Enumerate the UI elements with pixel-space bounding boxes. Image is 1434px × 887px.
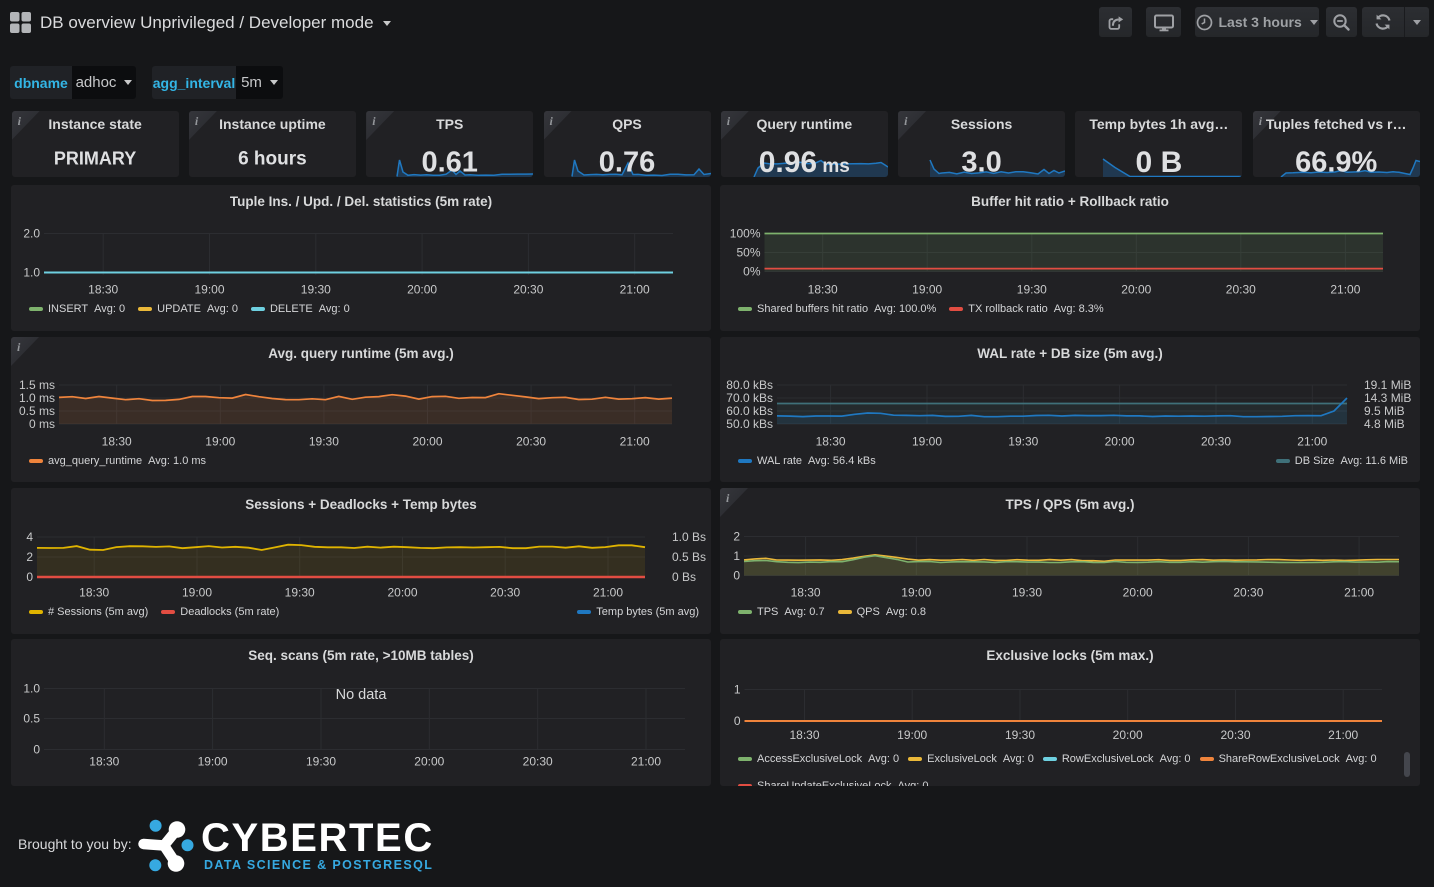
- svg-text:20:30: 20:30: [516, 435, 546, 449]
- svg-text:20:30: 20:30: [513, 283, 543, 297]
- svg-text:20:30: 20:30: [1201, 435, 1231, 449]
- svg-text:1.5 ms: 1.5 ms: [19, 378, 55, 392]
- svg-text:1.0 Bs: 1.0 Bs: [672, 530, 706, 544]
- svg-text:80.0 kBs: 80.0 kBs: [726, 378, 773, 392]
- svg-text:60.0 kBs: 60.0 kBs: [726, 404, 773, 418]
- svg-text:0.5 ms: 0.5 ms: [19, 404, 55, 418]
- svg-text:18:30: 18:30: [791, 586, 821, 600]
- svg-text:0 ms: 0 ms: [29, 417, 55, 431]
- svg-text:21:00: 21:00: [1330, 283, 1360, 297]
- svg-text:18:30: 18:30: [816, 435, 846, 449]
- svg-text:0 Bs: 0 Bs: [672, 570, 696, 584]
- svg-text:19:00: 19:00: [912, 435, 942, 449]
- svg-text:0: 0: [33, 743, 40, 757]
- svg-text:2: 2: [26, 550, 33, 564]
- svg-text:21:00: 21:00: [620, 435, 650, 449]
- svg-text:19:00: 19:00: [205, 435, 235, 449]
- svg-text:18:30: 18:30: [789, 728, 819, 742]
- svg-text:20:30: 20:30: [1233, 586, 1263, 600]
- svg-text:20:30: 20:30: [1220, 728, 1250, 742]
- svg-text:18:30: 18:30: [79, 586, 109, 600]
- svg-text:70.0 kBs: 70.0 kBs: [726, 391, 773, 405]
- svg-text:1.0 ms: 1.0 ms: [19, 391, 55, 405]
- svg-text:20:30: 20:30: [523, 755, 553, 769]
- svg-text:100%: 100%: [730, 227, 761, 241]
- svg-text:20:00: 20:00: [1113, 728, 1143, 742]
- svg-text:20:00: 20:00: [1121, 283, 1151, 297]
- svg-text:19:00: 19:00: [194, 283, 224, 297]
- svg-text:1: 1: [734, 683, 741, 697]
- svg-text:0: 0: [26, 570, 33, 584]
- svg-text:20:00: 20:00: [1105, 435, 1135, 449]
- svg-text:1.0: 1.0: [23, 682, 40, 696]
- svg-text:21:00: 21:00: [1328, 728, 1358, 742]
- svg-text:19:30: 19:30: [1017, 283, 1047, 297]
- svg-text:19:00: 19:00: [912, 283, 942, 297]
- svg-text:4: 4: [26, 530, 33, 544]
- svg-text:19.1 MiB: 19.1 MiB: [1364, 378, 1411, 392]
- svg-text:21:00: 21:00: [631, 755, 661, 769]
- svg-text:19:30: 19:30: [1005, 728, 1035, 742]
- svg-text:20:00: 20:00: [414, 755, 444, 769]
- svg-text:21:00: 21:00: [593, 586, 623, 600]
- svg-text:50.0 kBs: 50.0 kBs: [726, 417, 773, 431]
- svg-text:4.8 MiB: 4.8 MiB: [1364, 417, 1405, 431]
- svg-text:No data: No data: [336, 687, 388, 703]
- svg-text:19:00: 19:00: [198, 755, 228, 769]
- svg-text:0.5: 0.5: [23, 712, 40, 726]
- svg-text:18:30: 18:30: [808, 283, 838, 297]
- svg-text:20:00: 20:00: [407, 283, 437, 297]
- svg-text:1: 1: [733, 549, 740, 563]
- svg-text:2: 2: [733, 530, 740, 544]
- svg-text:14.3 MiB: 14.3 MiB: [1364, 391, 1411, 405]
- svg-text:0: 0: [734, 714, 741, 728]
- svg-text:19:30: 19:30: [309, 435, 339, 449]
- svg-text:0: 0: [733, 569, 740, 583]
- svg-text:19:30: 19:30: [1012, 586, 1042, 600]
- svg-text:19:30: 19:30: [306, 755, 336, 769]
- svg-text:19:00: 19:00: [897, 728, 927, 742]
- svg-text:19:30: 19:30: [301, 283, 331, 297]
- svg-text:21:00: 21:00: [620, 283, 650, 297]
- svg-text:20:00: 20:00: [387, 586, 417, 600]
- svg-text:20:30: 20:30: [490, 586, 520, 600]
- svg-text:0.5 Bs: 0.5 Bs: [672, 550, 706, 564]
- svg-text:18:30: 18:30: [89, 755, 119, 769]
- svg-text:19:00: 19:00: [901, 586, 931, 600]
- svg-text:19:30: 19:30: [1008, 435, 1038, 449]
- svg-text:19:00: 19:00: [182, 586, 212, 600]
- svg-text:18:30: 18:30: [88, 283, 118, 297]
- svg-text:20:00: 20:00: [1123, 586, 1153, 600]
- svg-text:2.0: 2.0: [23, 227, 40, 241]
- svg-text:19:30: 19:30: [285, 586, 315, 600]
- svg-text:0%: 0%: [743, 265, 761, 279]
- svg-text:20:30: 20:30: [1226, 283, 1256, 297]
- svg-text:50%: 50%: [736, 246, 760, 260]
- svg-text:9.5 MiB: 9.5 MiB: [1364, 404, 1405, 418]
- svg-text:21:00: 21:00: [1297, 435, 1327, 449]
- svg-text:1.0: 1.0: [23, 266, 40, 280]
- svg-text:20:00: 20:00: [412, 435, 442, 449]
- svg-text:21:00: 21:00: [1344, 586, 1374, 600]
- svg-text:18:30: 18:30: [102, 435, 132, 449]
